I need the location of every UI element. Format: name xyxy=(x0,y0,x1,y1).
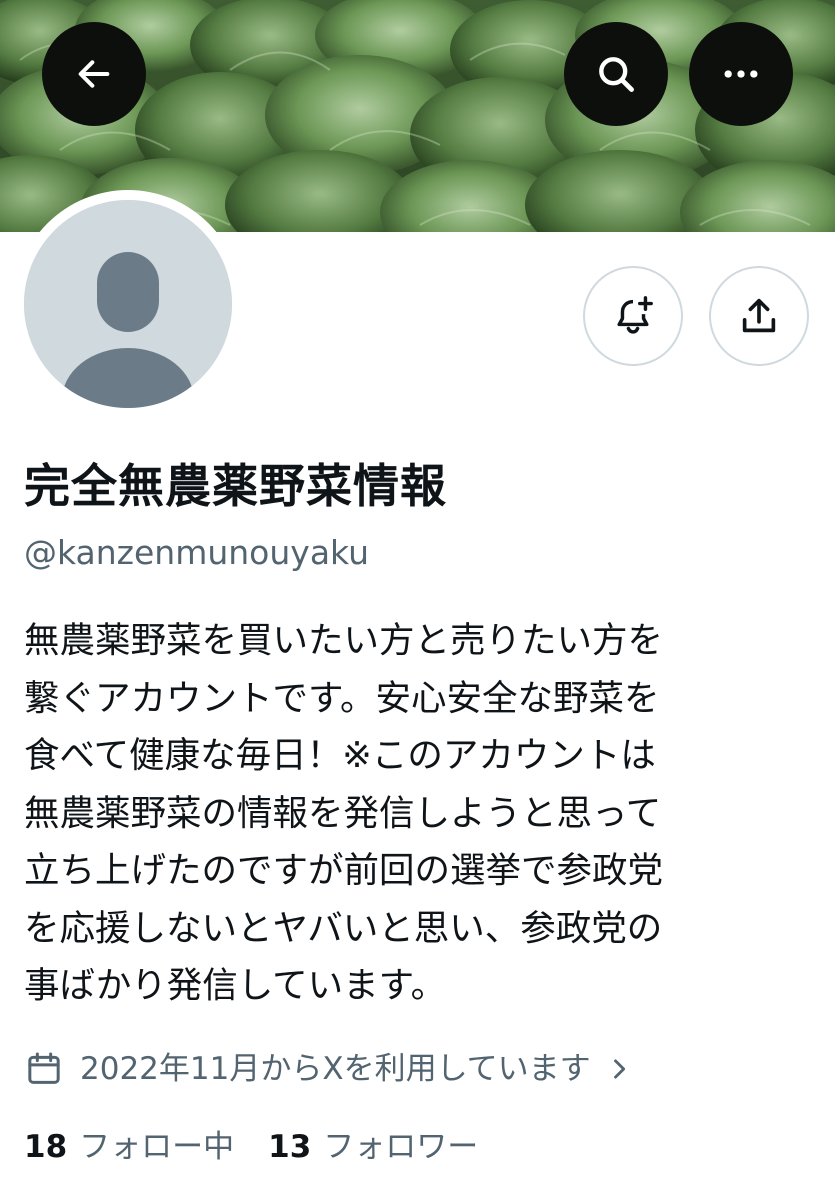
more-options-button[interactable] xyxy=(689,22,793,126)
following-label: フォロー中 xyxy=(79,1129,235,1165)
profile-bio: 無農薬野菜を買いたい方と売りたい方を 繋ぐアカウントです。安心安全な野菜を 食べ… xyxy=(24,620,664,1006)
search-button[interactable] xyxy=(564,22,668,126)
avatar-frame[interactable] xyxy=(14,190,242,418)
bell-plus-icon xyxy=(617,296,653,334)
profile-display-name: 完全無農薬野菜情報 xyxy=(24,459,447,513)
arrow-left-icon xyxy=(78,60,110,88)
followers-link[interactable]: 13 フォロワー xyxy=(268,1120,478,1174)
profile-handle: @kanzenmunouyaku xyxy=(24,533,370,572)
default-avatar-icon xyxy=(24,200,232,408)
follow-stats: 18 フォロー中 13 フォロワー xyxy=(24,1120,512,1174)
joined-date-row[interactable]: 2022年11月からXを利用しています xyxy=(24,1044,633,1094)
calendar-icon xyxy=(24,1049,64,1089)
followers-count: 13 xyxy=(268,1129,312,1165)
back-button[interactable] xyxy=(42,22,146,126)
notify-button[interactable] xyxy=(583,266,683,366)
search-icon xyxy=(599,57,634,92)
following-link[interactable]: 18 フォロー中 xyxy=(24,1120,234,1174)
followers-label: フォロワー xyxy=(323,1129,479,1165)
more-horizontal-icon xyxy=(724,70,758,78)
share-upload-icon xyxy=(742,298,776,333)
following-count: 18 xyxy=(24,1129,68,1165)
avatar[interactable] xyxy=(24,200,232,408)
share-button[interactable] xyxy=(709,266,809,366)
chevron-right-icon xyxy=(605,1055,633,1083)
joined-date-text: 2022年11月からXを利用しています xyxy=(80,1051,591,1087)
